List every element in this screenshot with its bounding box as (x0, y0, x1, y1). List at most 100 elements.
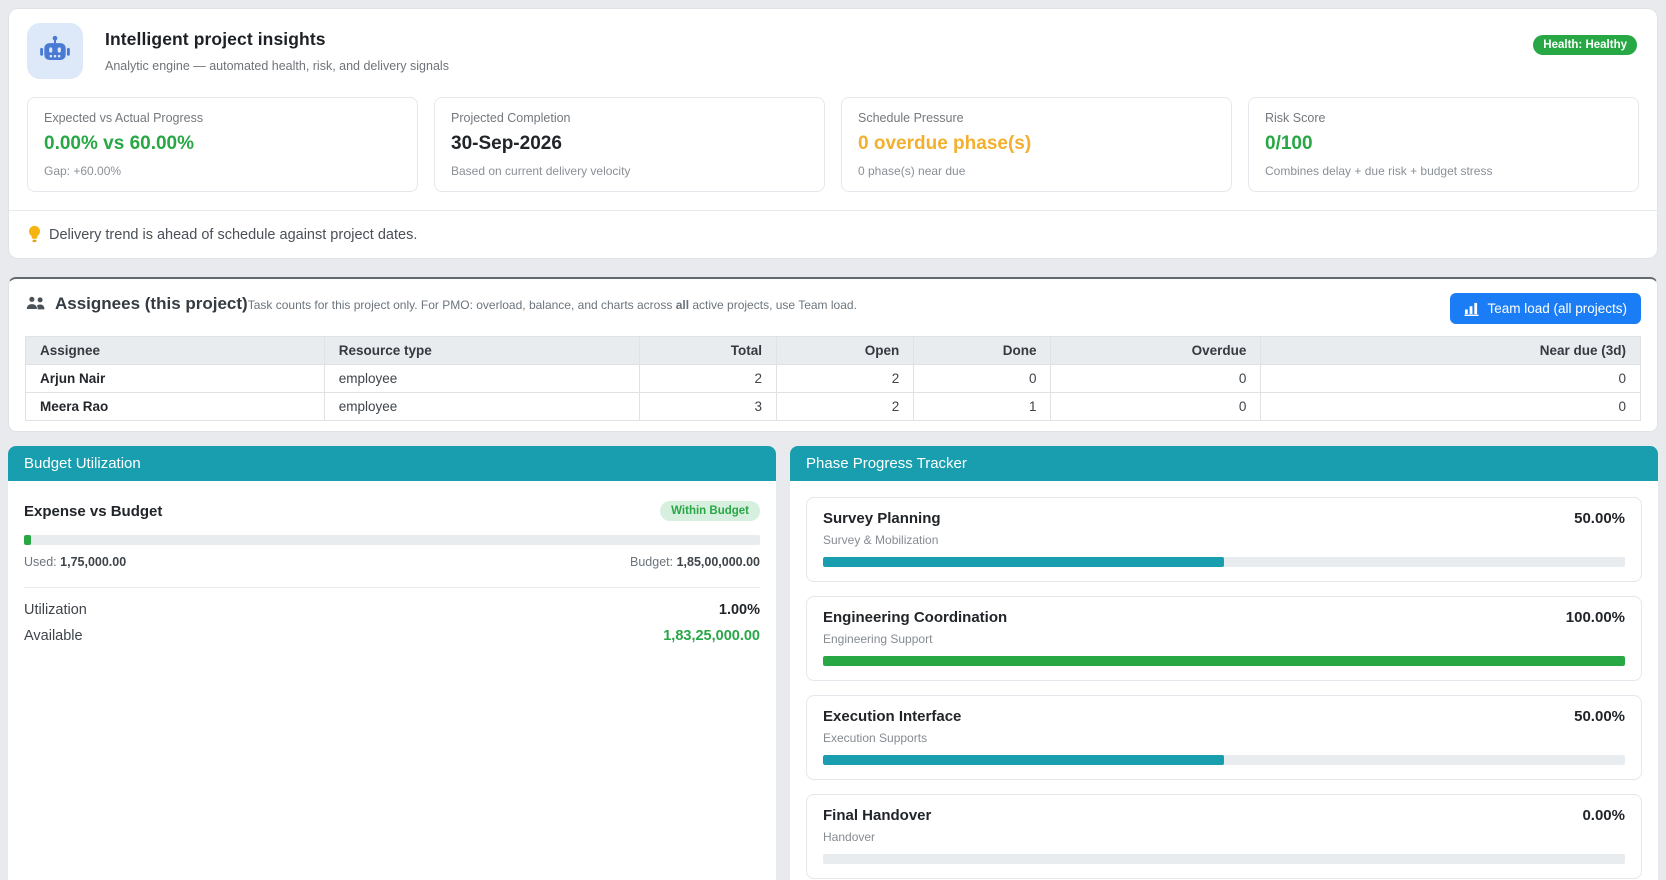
metric-sub: Combines delay + due risk + budget stres… (1265, 164, 1493, 178)
phase-subtitle: Handover (823, 830, 876, 844)
utilization-row: Utilization 1.00% (24, 602, 760, 618)
budget-progress-fill (24, 535, 32, 545)
column-header-open: Open (775, 336, 915, 365)
assignees-table-header: Assignee Resource type Total Open Done O… (25, 336, 1641, 365)
column-header-overdue: Overdue (1050, 336, 1262, 365)
phase-progress-fill (823, 557, 1224, 567)
cell-open: 2 (775, 392, 915, 421)
team-load-button[interactable]: Team load (all projects) (1450, 293, 1641, 324)
metric-value: 30-Sep-2026 (451, 133, 562, 154)
phase-progress-fill (823, 656, 1625, 666)
utilization-label: Utilization (24, 602, 87, 618)
phase-percent: 100.00% (1565, 609, 1625, 626)
cell-overdue: 0 (1050, 364, 1262, 393)
phase-name: Final Handover (823, 807, 932, 824)
insights-header: Intelligent project insights Analytic en… (9, 9, 1657, 79)
divider (24, 587, 760, 588)
metric-label: Schedule Pressure (858, 111, 964, 125)
phase-subtitle: Survey & Mobilization (823, 533, 939, 547)
robot-icon (27, 23, 83, 79)
phase-card-engineering-coordination: Engineering Coordination 100.00% Enginee… (806, 596, 1642, 681)
table-row: Meera Rao employee 3 2 1 0 0 (25, 392, 1641, 421)
bottom-panels: Budget Utilization Expense vs Budget Wit… (8, 446, 1658, 880)
column-header-resource-type: Resource type (323, 336, 640, 365)
phases-panel-header: Phase Progress Tracker (790, 446, 1658, 481)
metric-card-projected-completion: Projected Completion 30-Sep-2026 Based o… (434, 97, 825, 192)
metric-value: 0 overdue phase(s) (858, 133, 1032, 154)
phase-progress-fill (823, 755, 1224, 765)
cell-assignee: Arjun Nair (25, 364, 325, 393)
phase-card-final-handover: Final Handover 0.00% Handover (806, 794, 1642, 879)
phase-subtitle: Engineering Support (823, 632, 933, 646)
page-subtitle: Analytic engine — automated health, risk… (105, 59, 449, 73)
phase-subtitle: Execution Supports (823, 731, 928, 745)
phase-percent: 50.00% (1574, 510, 1625, 527)
phase-progress-track (823, 854, 1625, 864)
available-row: Available 1,83,25,000.00 (24, 628, 760, 644)
available-label: Available (24, 628, 83, 644)
insight-note-text: Delivery trend is ahead of schedule agai… (49, 226, 418, 243)
cell-resource-type: employee (323, 392, 640, 421)
cell-assignee: Meera Rao (25, 392, 325, 421)
health-status-badge: Health: Healthy (1533, 35, 1637, 55)
phase-card-execution-interface: Execution Interface 50.00% Execution Sup… (806, 695, 1642, 780)
budget-progress-track (24, 535, 760, 545)
used-value: 1,75,000.00 (60, 555, 127, 569)
assignees-desc-bold: all (675, 298, 690, 312)
cell-done: 0 (913, 364, 1052, 393)
dashboard-page: Intelligent project insights Analytic en… (0, 0, 1666, 880)
utilization-value: 1.00% (718, 602, 760, 618)
phase-progress-track (823, 755, 1625, 765)
within-budget-badge: Within Budget (660, 501, 760, 521)
table-row: Arjun Nair employee 2 2 0 0 0 (25, 364, 1641, 393)
used-amount: Used: 1,75,000.00 (24, 555, 126, 569)
available-value: 1,83,25,000.00 (663, 628, 760, 644)
metric-label: Risk Score (1265, 111, 1326, 125)
cell-done: 1 (913, 392, 1052, 421)
cell-near-due: 0 (1260, 364, 1641, 393)
metric-card-expected-vs-actual: Expected vs Actual Progress 0.00% vs 60.… (27, 97, 418, 192)
phase-progress-track (823, 656, 1625, 666)
budget-label: Budget: (630, 555, 674, 569)
column-header-near-due: Near due (3d) (1260, 336, 1641, 365)
team-load-button-label: Team load (all projects) (1487, 301, 1627, 316)
budget-panel-header: Budget Utilization (8, 446, 776, 481)
metric-sub: Based on current delivery velocity (451, 164, 631, 178)
phase-progress-panel: Phase Progress Tracker Survey Planning 5… (790, 446, 1658, 880)
column-header-total: Total (638, 336, 777, 365)
metric-card-risk-score: Risk Score 0/100 Combines delay + due ri… (1248, 97, 1639, 192)
metrics-row: Expected vs Actual Progress 0.00% vs 60.… (27, 97, 1639, 192)
metric-sub: 0 phase(s) near due (858, 164, 966, 178)
budget-utilization-panel: Budget Utilization Expense vs Budget Wit… (8, 446, 776, 880)
phase-top: Engineering Coordination 100.00% (823, 609, 1625, 626)
insights-titles: Intelligent project insights Analytic en… (105, 29, 449, 73)
cell-total: 2 (638, 364, 777, 393)
cell-total: 3 (638, 392, 777, 421)
assignees-desc-suffix: active projects, use Team load. (689, 298, 857, 312)
metric-value: 0.00% vs 60.00% (44, 133, 195, 154)
metric-sub: Gap: +60.00% (44, 164, 122, 178)
assignees-panel: Assignees (this project)Task counts for … (8, 277, 1658, 432)
phase-top: Final Handover 0.00% (823, 807, 1625, 824)
phase-progress-track (823, 557, 1625, 567)
budget-value: 1,85,00,000.00 (676, 555, 760, 569)
metric-value: 0/100 (1265, 133, 1313, 154)
column-header-assignee: Assignee (25, 336, 325, 365)
assignees-header: Assignees (this project)Task counts for … (9, 279, 1657, 334)
assignees-desc-prefix: Task counts for this project only. For P… (247, 298, 676, 312)
budget-amount: Budget: 1,85,00,000.00 (630, 555, 760, 569)
phase-percent: 0.00% (1582, 807, 1625, 824)
expense-vs-budget-row: Expense vs Budget Within Budget (24, 501, 760, 521)
cell-open: 2 (775, 364, 915, 393)
insight-note: Delivery trend is ahead of schedule agai… (9, 211, 1657, 246)
bar-chart-icon (1464, 302, 1479, 316)
people-icon (26, 296, 45, 310)
phase-name: Survey Planning (823, 510, 941, 527)
phase-name: Engineering Coordination (823, 609, 1008, 626)
assignees-table: Assignee Resource type Total Open Done O… (25, 336, 1641, 421)
cell-resource-type: employee (323, 364, 640, 393)
cell-overdue: 0 (1050, 392, 1262, 421)
lightbulb-icon (29, 225, 40, 243)
page-title: Intelligent project insights (105, 29, 326, 49)
phase-top: Survey Planning 50.00% (823, 510, 1625, 527)
